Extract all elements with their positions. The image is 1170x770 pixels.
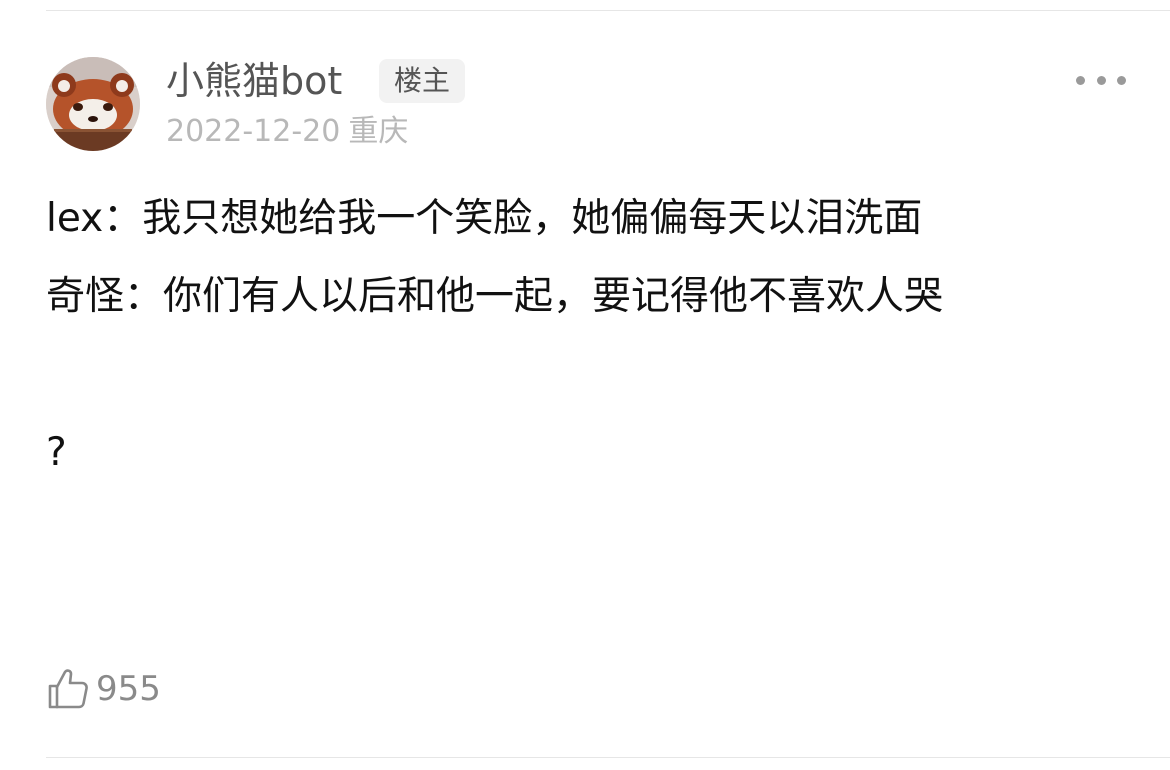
post-line-blank	[46, 336, 1136, 414]
post-location: 重庆	[348, 114, 409, 149]
more-dots-icon	[1117, 75, 1126, 85]
red-panda-avatar-image	[46, 57, 140, 151]
more-button[interactable]	[1076, 66, 1126, 94]
more-dots-icon	[1096, 75, 1106, 85]
post-line: lex：我只想她给我一个笑脸，她偏偏每天以泪洗面	[46, 196, 923, 241]
op-badge: 楼主	[379, 59, 465, 103]
post-date: 2022-12-20	[166, 114, 341, 149]
post-line: ?	[46, 430, 67, 475]
post-content: lex：我只想她给我一个笑脸，她偏偏每天以泪洗面 奇怪：你们有人以后和他一起，要…	[46, 180, 1136, 492]
like-count: 955	[96, 669, 161, 709]
like-button[interactable]: 955	[46, 665, 161, 713]
author-name[interactable]: 小熊猫bot	[166, 56, 342, 106]
post-meta: 2022-12-20 重庆	[166, 112, 416, 152]
bottom-divider	[46, 757, 1170, 758]
avatar[interactable]	[46, 57, 140, 151]
more-dots-icon	[1076, 75, 1085, 85]
thumbs-up-icon	[48, 669, 88, 709]
top-divider	[46, 10, 1170, 11]
post-line: 奇怪：你们有人以后和他一起，要记得他不喜欢人哭	[46, 274, 944, 319]
